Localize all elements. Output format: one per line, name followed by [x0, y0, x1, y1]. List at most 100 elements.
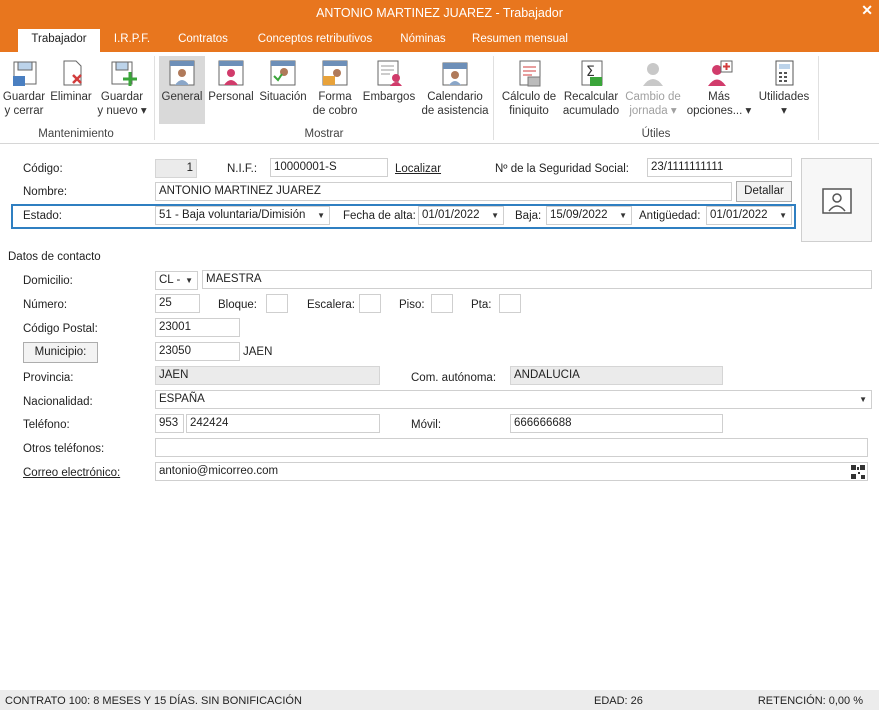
chevron-down-icon: ▼ [779, 211, 787, 220]
cp-field[interactable]: 23001 [155, 318, 240, 337]
photo-frame[interactable] [801, 158, 872, 242]
eliminar-button[interactable]: Eliminar [48, 56, 94, 124]
nombre-field[interactable]: ANTONIO MARTINEZ JUAREZ [155, 182, 732, 201]
sum-icon: Σ [581, 60, 603, 86]
correo-electronico-link[interactable]: Correo electrónico: [23, 467, 120, 479]
prefijo-field[interactable]: 953 [155, 414, 184, 433]
numero-field[interactable]: 25 [155, 294, 200, 313]
domicilio-field[interactable]: MAESTRA [202, 270, 872, 289]
otros-telefonos-label: Otros teléfonos: [23, 443, 105, 455]
datos-contacto-title: Datos de contacto [8, 251, 101, 263]
estado-label: Estado: [23, 210, 62, 222]
title-bar: ANTONIO MARTINEZ JUAREZ - Trabajador ✕ T… [0, 0, 879, 52]
status-bar: CONTRATO 100: 8 MESES Y 15 DÍAS. SIN BON… [0, 690, 879, 710]
municipio-name: JAEN [243, 346, 273, 358]
provincia-label: Provincia: [23, 372, 74, 384]
codigo-label: Código: [23, 163, 63, 175]
more-options-icon [708, 60, 733, 86]
tab-nominas[interactable]: Nóminas [390, 29, 456, 52]
nss-field[interactable]: 23/1111111111 [647, 158, 792, 177]
nif-field[interactable]: 10000001-S [270, 158, 388, 177]
cp-label: Código Postal: [23, 323, 98, 335]
chevron-down-icon: ▼ [185, 276, 193, 285]
seizure-icon [377, 60, 402, 86]
antiguedad-label: Antigüedad: [639, 210, 701, 222]
baja-label: Baja: [515, 210, 542, 222]
group-mostrar: Mostrar [304, 128, 344, 140]
general-icon [169, 60, 195, 86]
status-edad: EDAD: 26 [594, 695, 643, 707]
movil-label: Móvil: [411, 419, 442, 431]
comaut-label: Com. autónoma: [411, 372, 497, 384]
via-select[interactable]: CL - ▼ [155, 271, 198, 290]
recalcular-button[interactable]: Σ Recalcular acumulado [560, 56, 622, 124]
comaut-field: ANDALUCIA [510, 366, 723, 385]
utilidades-button[interactable]: Utilidades ▾ [756, 56, 812, 124]
nacionalidad-select[interactable]: ESPAÑA ▼ [155, 390, 872, 409]
alta-date[interactable]: 01/01/2022 ▼ [418, 206, 504, 225]
forma-cobro-button[interactable]: Forma de cobro [311, 56, 359, 124]
tab-conceptos-retributivos[interactable]: Conceptos retributivos [248, 29, 382, 52]
telefono-field[interactable]: 242424 [186, 414, 380, 433]
group-mantenimiento: Mantenimiento [38, 128, 114, 140]
save-new-icon [111, 61, 137, 86]
tab-trabajador[interactable]: Trabajador [18, 29, 100, 52]
ribbon-divider [154, 56, 155, 140]
situation-icon [270, 60, 296, 86]
cambio-jornada-button[interactable]: Cambio de jornada ▾ [623, 56, 683, 124]
qr-code-icon[interactable] [851, 465, 865, 479]
baja-date[interactable]: 15/09/2022 ▼ [546, 206, 632, 225]
telefono-label: Teléfono: [23, 419, 70, 431]
calendar-icon [442, 62, 468, 86]
ribbon-divider [818, 56, 819, 140]
estado-select[interactable]: 51 - Baja voluntaria/Dimisión ▼ [155, 206, 330, 225]
chevron-down-icon: ▼ [491, 211, 499, 220]
escalera-field[interactable] [359, 294, 381, 313]
guardar-nuevo-button[interactable]: Guardar y nuevo ▾ [96, 56, 148, 124]
severance-calc-icon [519, 60, 541, 87]
status-retencion: RETENCIÓN: 0,00 % [757, 695, 863, 707]
embargos-button[interactable]: Embargos [362, 56, 416, 124]
payment-icon [322, 60, 348, 86]
general-button[interactable]: General [159, 56, 205, 124]
calculo-finiquito-button[interactable]: Cálculo de finiquito [500, 56, 558, 124]
otros-telefonos-field[interactable] [155, 438, 868, 457]
email-field[interactable]: antonio@micorreo.com [155, 462, 868, 481]
municipio-button[interactable]: Municipio: [23, 342, 98, 363]
bloque-field[interactable] [266, 294, 288, 313]
municipio-code-field[interactable]: 23050 [155, 342, 240, 361]
tab-contratos[interactable]: Contratos [166, 29, 240, 52]
calculator-icon [775, 60, 794, 86]
group-utiles: Útiles [641, 128, 671, 140]
escalera-label: Escalera: [307, 299, 355, 311]
provincia-field: JAEN [155, 366, 380, 385]
localizar-link[interactable]: Localizar [395, 163, 441, 175]
detallar-button[interactable]: Detallar [736, 181, 792, 202]
alta-label: Fecha de alta: [343, 210, 416, 222]
chevron-down-icon: ▼ [317, 211, 325, 220]
chevron-down-icon: ▼ [619, 211, 627, 220]
window-title: ANTONIO MARTINEZ JUAREZ - Trabajador [316, 6, 563, 20]
calendario-button[interactable]: Calendario de asistencia [420, 56, 490, 124]
antiguedad-date[interactable]: 01/01/2022 ▼ [706, 206, 792, 225]
nacionalidad-label: Nacionalidad: [23, 396, 93, 408]
close-icon[interactable]: ✕ [861, 2, 873, 19]
mas-opciones-button[interactable]: Más opciones... ▾ [685, 56, 753, 124]
domicilio-label: Domicilio: [23, 275, 73, 287]
guardar-cerrar-button[interactable]: Guardar y cerrar [2, 56, 46, 124]
personal-button[interactable]: Personal [207, 56, 255, 124]
piso-field[interactable] [431, 294, 453, 313]
movil-field[interactable]: 666666688 [510, 414, 723, 433]
ribbon: Guardar y cerrar Eliminar Guardar y nuevo … [0, 52, 879, 144]
tab-resumen-mensual[interactable]: Resumen mensual [464, 29, 576, 52]
codigo-field[interactable]: 1 [155, 159, 197, 178]
nif-label: N.I.F.: [227, 163, 258, 175]
pta-label: Pta: [471, 299, 492, 311]
photo-placeholder-icon [822, 188, 852, 214]
nss-label: Nº de la Seguridad Social: [495, 163, 629, 175]
tab-irpf[interactable]: I.R.P.F. [104, 29, 160, 52]
nombre-label: Nombre: [23, 186, 68, 198]
pta-field[interactable] [499, 294, 521, 313]
situacion-button[interactable]: Situación [256, 56, 310, 124]
numero-label: Número: [23, 299, 68, 311]
